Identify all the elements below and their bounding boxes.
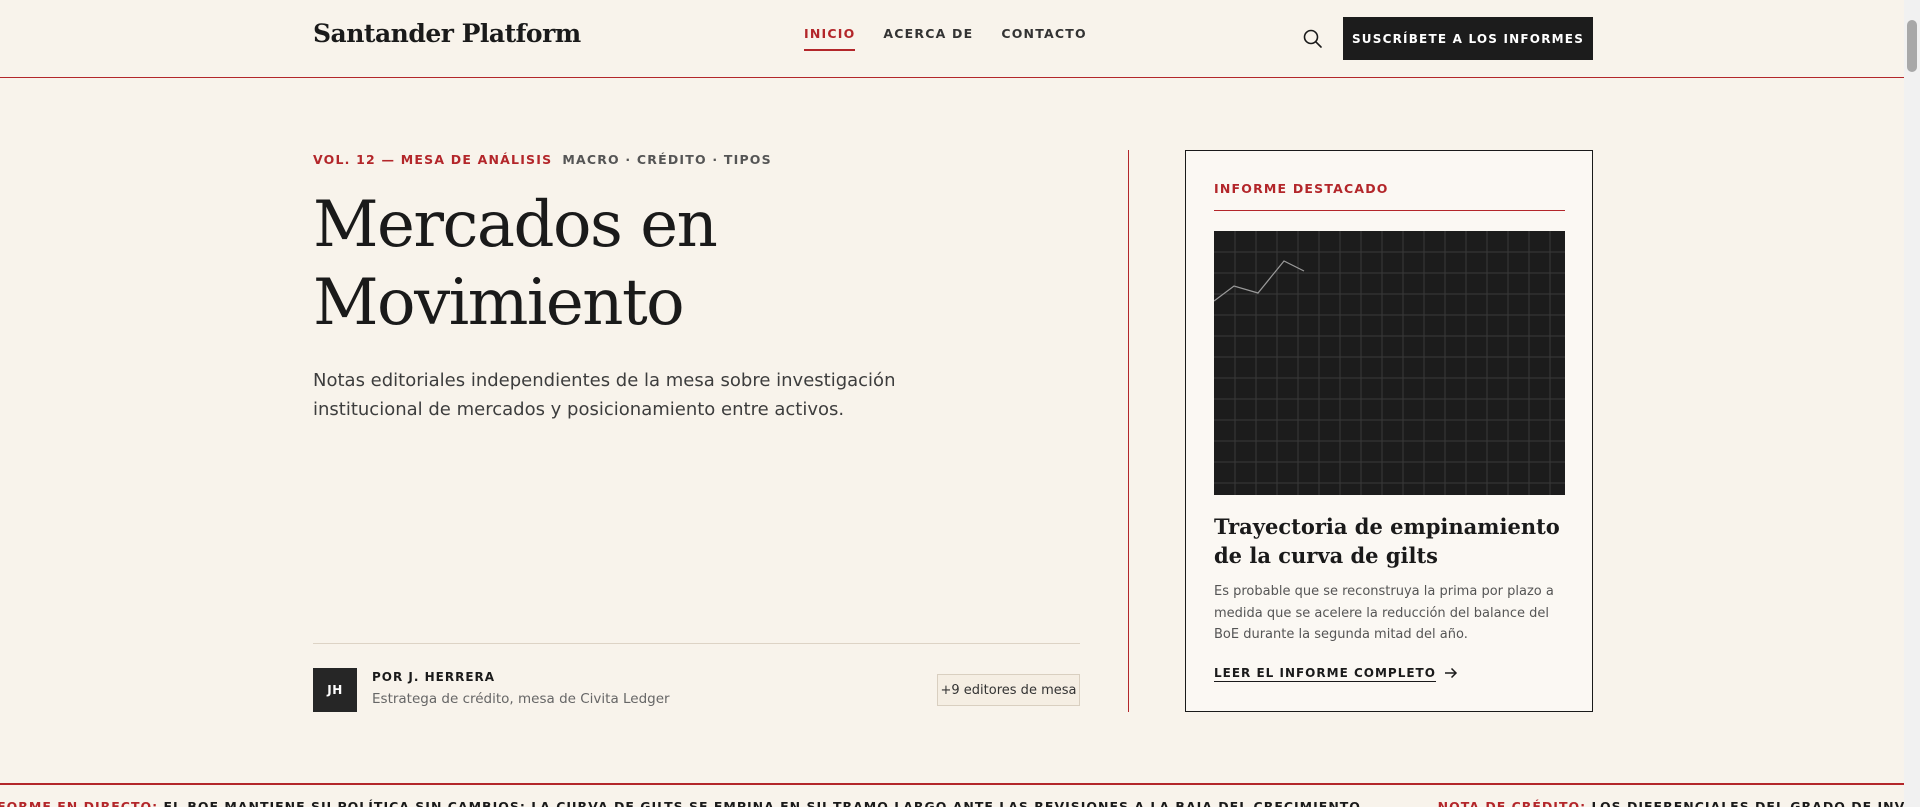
read-full-report-label: LEER EL INFORME COMPLETO: [1214, 666, 1436, 682]
scrollbar-thumb[interactable]: [1907, 20, 1917, 72]
editors-badge[interactable]: +9 editores de mesa: [937, 674, 1080, 706]
author-byline[interactable]: POR J. HERRERA: [372, 670, 495, 684]
hero-description: Notas editoriales independientes de la m…: [313, 370, 896, 420]
featured-title[interactable]: Trayectoria de empinamiento de la curva …: [1214, 512, 1569, 570]
nav-item-acerca-de[interactable]: ACERCA DE: [883, 26, 973, 51]
news-ticker: INFORME EN DIRECTO: EL BOE MANTIENE SU P…: [0, 783, 1904, 807]
ticker-message[interactable]: EL BOE MANTIENE SU POLÍTICA SIN CAMBIOS;…: [163, 799, 1360, 807]
ticker-message[interactable]: LOS DIFERENCIALES DEL GRADO DE INVERSIÓN…: [1591, 799, 1904, 807]
page-title: Mercados en Movimiento: [313, 188, 718, 340]
author-divider: [313, 643, 1080, 644]
search-icon[interactable]: [1302, 28, 1324, 50]
kicker-volume: VOL. 12 — MESA DE ANÁLISIS: [313, 152, 553, 167]
author-role: Estratega de crédito, mesa de Civita Led…: [372, 691, 670, 707]
avatar: JH: [313, 668, 357, 712]
main-nav: INICIO ACERCA DE CONTACTO: [804, 26, 1087, 51]
featured-report-card: INFORME DESTACADO Trayectoria de empinam…: [1185, 150, 1593, 712]
ticker-track: INFORME EN DIRECTO: EL BOE MANTIENE SU P…: [0, 799, 1904, 807]
hero-kicker: VOL. 12 — MESA DE ANÁLISIS MACRO · CRÉDIT…: [313, 152, 772, 167]
featured-rule: [1214, 210, 1565, 211]
subscribe-button[interactable]: SUSCRÍBETE A LOS INFORMES: [1343, 17, 1593, 60]
chart-grid-graphic: [1213, 231, 1565, 495]
column-divider: [1128, 150, 1129, 712]
kicker-tags: MACRO · CRÉDITO · TIPOS: [562, 152, 772, 167]
site-header: Santander Platform INICIO ACERCA DE CONT…: [0, 0, 1904, 78]
featured-description: Es probable que se reconstruya la prima …: [1214, 584, 1554, 642]
arrow-right-icon: [1444, 667, 1458, 682]
page-scrollbar[interactable]: [1904, 0, 1920, 807]
ticker-tag: INFORME EN DIRECTO:: [0, 799, 159, 807]
featured-chart-image: [1213, 231, 1565, 495]
chart-sparkline: [1213, 260, 1305, 302]
read-full-report-link[interactable]: LEER EL INFORME COMPLETO: [1214, 666, 1458, 682]
ticker-tag: NOTA DE CRÉDITO:: [1437, 799, 1587, 807]
featured-label: INFORME DESTACADO: [1214, 181, 1389, 196]
nav-item-contacto[interactable]: CONTACTO: [1001, 26, 1086, 51]
nav-item-inicio[interactable]: INICIO: [804, 26, 856, 51]
site-logo[interactable]: Santander Platform: [313, 19, 581, 48]
